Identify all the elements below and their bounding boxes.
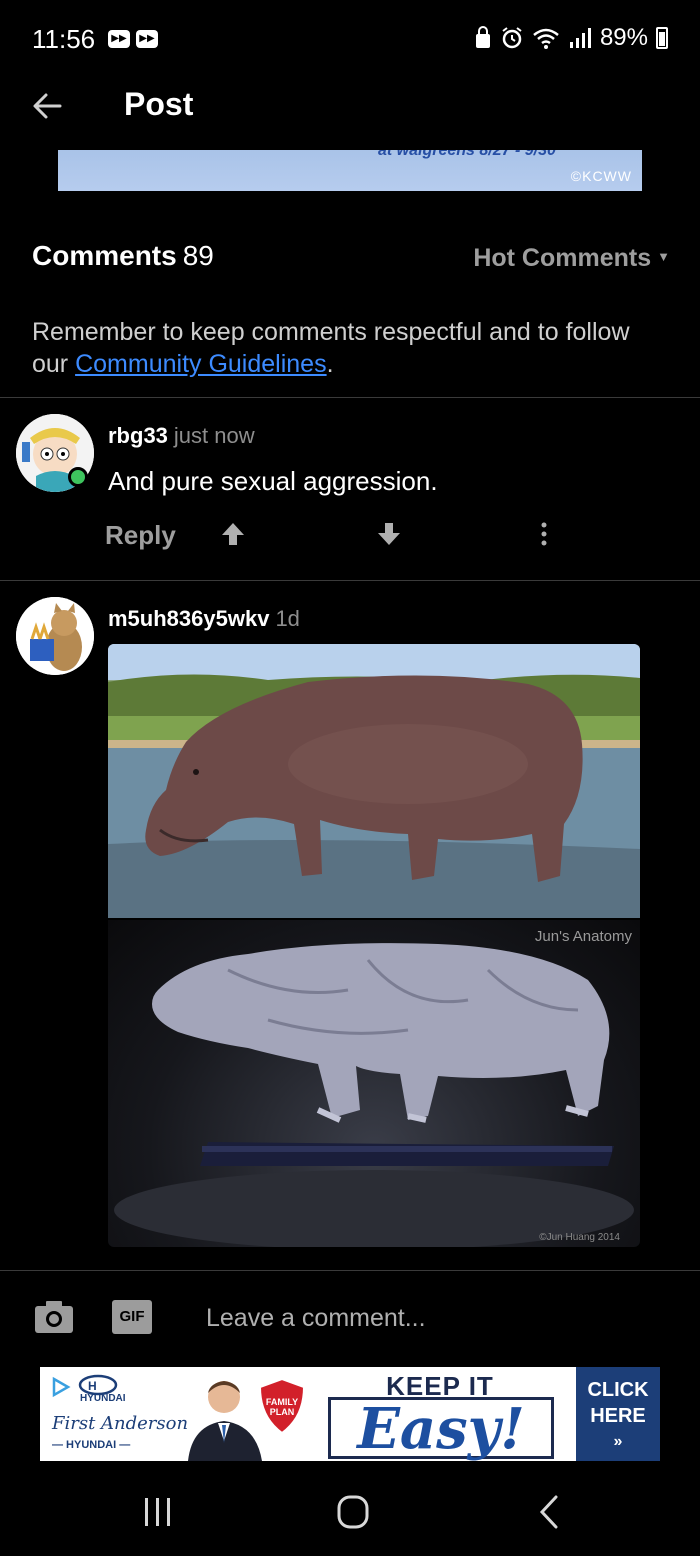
sort-dropdown[interactable]: Hot Comments ▼	[473, 244, 670, 273]
signal-icon	[569, 28, 591, 48]
ad-cta-label: CLICK HERE	[587, 1379, 649, 1427]
divider	[0, 397, 700, 398]
app-header: Post	[0, 80, 700, 140]
chevron-right-icon: »	[613, 1433, 623, 1450]
battery-icon	[656, 27, 668, 49]
comments-count: 89	[182, 240, 214, 271]
svg-text:FAMILY: FAMILY	[266, 1397, 298, 1407]
media-icon: ▶▶	[108, 30, 130, 48]
reply-button[interactable]: Reply	[105, 520, 176, 551]
sort-label: Hot Comments	[473, 244, 652, 272]
post-image-cropped[interactable]: at walgreens 8/27 - 9/30 ©KCWW	[58, 150, 642, 191]
vpn-icon	[475, 26, 490, 48]
community-guidelines-link[interactable]: Community Guidelines	[75, 350, 327, 378]
alarm-icon	[502, 27, 522, 49]
more-options-icon[interactable]	[539, 520, 549, 548]
divider	[0, 1270, 700, 1271]
downvote-icon[interactable]	[375, 520, 403, 548]
comment-composer: GIF	[0, 1272, 700, 1362]
comment-author[interactable]: rbg33 just now	[108, 423, 255, 449]
hippo-anatomy-render	[108, 920, 640, 1247]
caret-down-icon: ▼	[657, 249, 670, 264]
svg-text:PLAN: PLAN	[270, 1407, 295, 1417]
home-icon[interactable]	[333, 1494, 373, 1530]
comment-author[interactable]: m5uh836y5wkv 1d	[108, 606, 300, 632]
gif-icon[interactable]: GIF	[112, 1300, 152, 1334]
upvote-icon[interactable]	[219, 520, 247, 548]
guidelines-notice: Remember to keep comments respectful and…	[32, 316, 672, 380]
back-icon[interactable]	[530, 1494, 570, 1530]
ad-headline-main: Easy!	[357, 1396, 525, 1461]
ad-cta-button[interactable]: CLICK HERE »	[576, 1367, 660, 1461]
ad-script: First Anderson	[52, 1413, 189, 1434]
svg-text:H: H	[88, 1379, 97, 1393]
divider	[0, 580, 700, 581]
ad-brand: HYUNDAI	[80, 1393, 126, 1404]
banner-text: at walgreens 8/27 - 9/30	[378, 150, 556, 159]
status-time: 11:56	[32, 24, 96, 54]
anatomy-illustration	[114, 943, 634, 1247]
comment-text: And pure sexual aggression.	[108, 466, 438, 496]
arrow-left-icon[interactable]	[28, 86, 68, 126]
guidelines-end: .	[326, 350, 334, 378]
wifi-icon	[533, 28, 559, 49]
comment-username[interactable]: m5uh836y5wkv	[108, 606, 269, 631]
battery-percent: 89%	[599, 24, 648, 51]
camera-icon[interactable]	[34, 1300, 74, 1334]
status-bar: 11:56 ▶▶ ▶▶ 89%	[0, 0, 700, 80]
page-title: Post	[124, 86, 194, 122]
banner-credit: ©KCWW	[570, 168, 632, 184]
image-credit: ©Jun Huang 2014	[539, 1232, 620, 1243]
comment-image[interactable]: Jun's Anatomy ©Jun Huang 2014	[108, 644, 640, 1247]
avatar-image	[16, 597, 94, 675]
ad-banner[interactable]: H HYUNDAI First Anderson — HYUNDAI — FAM…	[40, 1367, 660, 1461]
comments-label: Comments	[32, 240, 177, 271]
system-nav-bar	[0, 1470, 700, 1556]
family-plan-shield: FAMILY PLAN	[258, 1377, 306, 1435]
avatar[interactable]	[16, 597, 94, 675]
comment-username[interactable]: rbg33	[108, 423, 168, 448]
comment-input[interactable]	[206, 1298, 666, 1338]
hippo-photo	[108, 644, 640, 918]
hippo-photo-illustration	[108, 644, 640, 918]
media-icon: ▶▶	[136, 30, 158, 48]
ad-subtitle: — HYUNDAI —	[52, 1439, 131, 1451]
comment-time: 1d	[275, 606, 300, 631]
ad-headline-box: Easy!	[328, 1396, 554, 1461]
online-status-dot	[68, 467, 88, 487]
comment-time: just now	[173, 423, 255, 448]
comments-heading: Comments 89	[32, 240, 214, 272]
image-watermark: Jun's Anatomy	[534, 928, 632, 945]
recent-apps-icon[interactable]	[138, 1494, 178, 1530]
